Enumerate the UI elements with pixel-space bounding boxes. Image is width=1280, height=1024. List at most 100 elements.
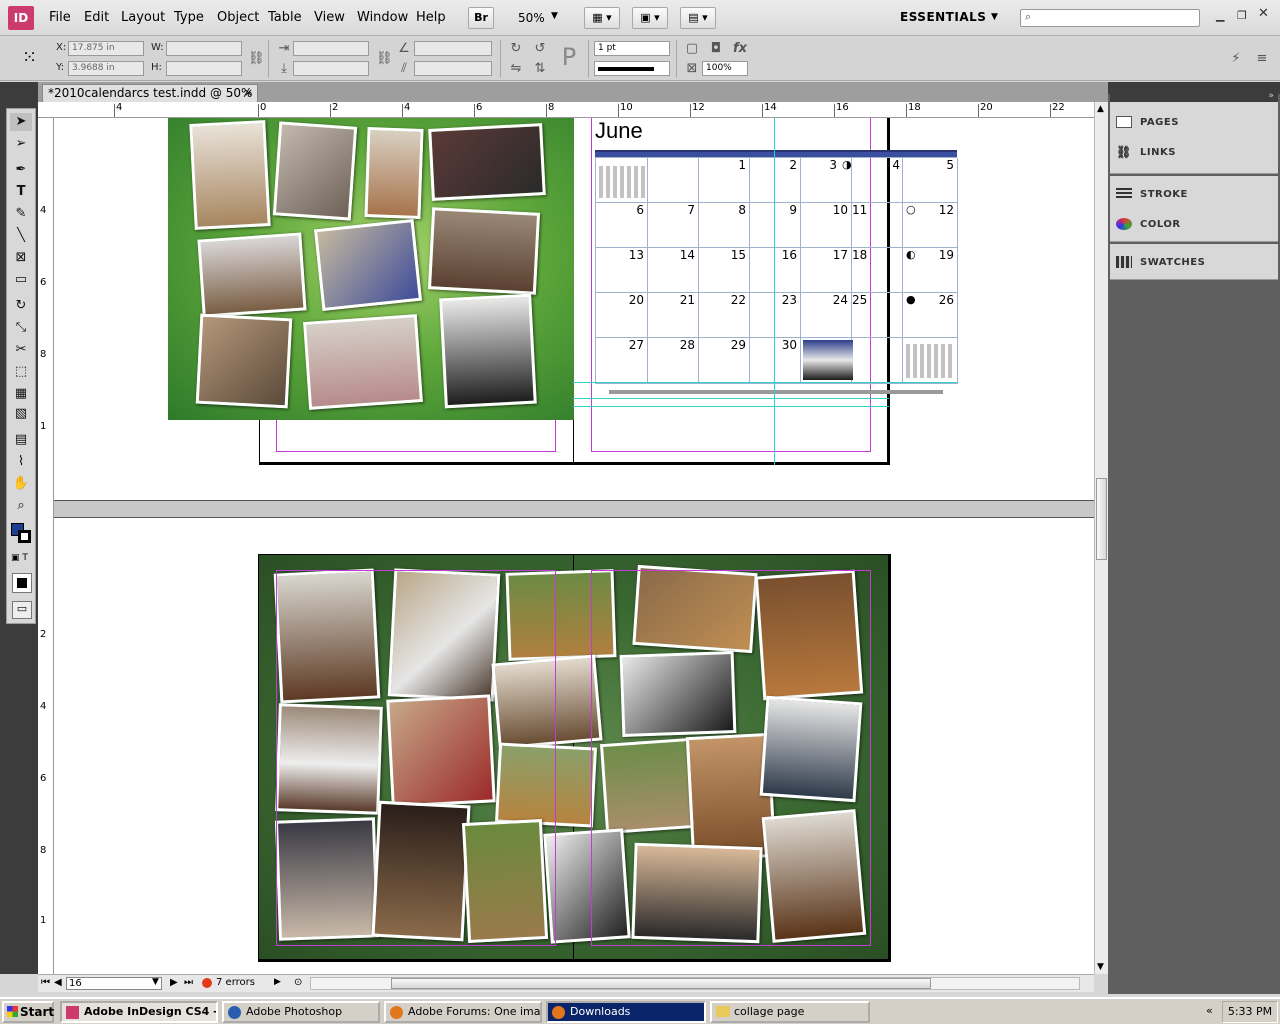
bridge-button[interactable]: Br (468, 7, 494, 29)
calendar-cell[interactable] (903, 338, 958, 384)
stroke-swatch[interactable] (18, 530, 31, 543)
y-field[interactable]: 3.9688 in (68, 61, 144, 76)
eyedropper-tool-icon[interactable]: ⌇ (10, 453, 32, 471)
first-page-icon[interactable]: ⏮ (41, 977, 50, 988)
calendar-cell[interactable]: 5 (903, 158, 958, 203)
calendar-cell[interactable]: 28 (648, 338, 699, 384)
task-indesign[interactable]: Adobe InDesign CS4 -... (60, 1001, 218, 1023)
task-collage-page[interactable]: collage page (710, 1001, 870, 1023)
document-tab[interactable]: *2010calendarcs test.indd @ 50% × (42, 84, 258, 102)
rotate-tool-icon[interactable]: ↻ (10, 297, 32, 315)
effects-icon[interactable]: fx (732, 41, 748, 57)
vertical-guide[interactable] (774, 118, 775, 465)
menu-edit[interactable]: Edit (84, 10, 109, 25)
menu-type[interactable]: Type (174, 10, 204, 25)
gradient-tool-icon[interactable]: ▦ (10, 385, 32, 403)
close-icon[interactable]: ✕ (1258, 6, 1269, 21)
pen-tool-icon[interactable]: ✒ (10, 161, 32, 179)
calendar-cell[interactable]: 18 (852, 248, 903, 293)
workspace-switcher[interactable]: ESSENTIALS (900, 10, 986, 24)
h-field[interactable] (166, 61, 242, 76)
horizontal-scrollbar-thumb[interactable] (391, 978, 931, 989)
horizontal-guide[interactable] (573, 398, 889, 399)
task-photoshop[interactable]: Adobe Photoshop (222, 1001, 380, 1023)
calendar-cell[interactable]: 25 (852, 293, 903, 338)
rotation-field[interactable] (414, 41, 492, 56)
calendar-cell[interactable] (852, 338, 903, 384)
opacity-field[interactable]: 100% (702, 61, 748, 76)
minimize-icon[interactable]: ▁ (1216, 9, 1224, 22)
constrain-scale-icon[interactable]: ⛓ (376, 51, 393, 67)
calendar-cell[interactable]: 24 (801, 293, 852, 338)
start-button[interactable]: Start (2, 1001, 54, 1023)
rectangle-frame-tool-icon[interactable]: ⊠ (10, 249, 32, 267)
calendar-cell[interactable]: 23 (750, 293, 801, 338)
scroll-up-icon[interactable]: ▲ (1097, 104, 1104, 114)
links-panel-button[interactable]: ⛓ LINKS (1116, 146, 1176, 158)
x-field[interactable]: 17.875 in (68, 41, 144, 56)
stroke-weight-field[interactable]: 1 pt (594, 41, 670, 56)
calendar-cell[interactable]: 22 (699, 293, 750, 338)
formatting-container-icon[interactable]: ▣ T (11, 553, 28, 563)
frame-fitting-icon[interactable]: ▢ (684, 41, 700, 57)
photo-dog-scooter[interactable] (313, 218, 423, 312)
type-tool-icon[interactable]: T (10, 183, 32, 201)
vertical-scrollbar-thumb[interactable] (1096, 478, 1107, 560)
calendar-cell[interactable]: 1 (699, 158, 750, 203)
gradient-feather-tool-icon[interactable]: ▧ (10, 405, 32, 423)
note-tool-icon[interactable]: ▤ (10, 431, 32, 449)
photo-cat-basket[interactable] (428, 123, 546, 201)
stroke-type-select[interactable] (594, 61, 670, 76)
flip-horizontal-icon[interactable]: ⇋ (508, 61, 524, 77)
calendar-cell[interactable]: 30 (750, 338, 801, 384)
arrange-documents-button[interactable]: ▤ ▾ (680, 7, 716, 29)
selection-tool-icon[interactable]: ➤ (10, 113, 32, 131)
panel-menu-icon[interactable]: ≡ (1254, 51, 1270, 67)
calendar-cell[interactable]: 16 (750, 248, 801, 293)
horizontal-guide[interactable] (573, 406, 889, 407)
hand-tool-icon[interactable]: ✋ (10, 475, 32, 493)
calendar-cell[interactable]: 21 (648, 293, 699, 338)
menu-view[interactable]: View (314, 10, 345, 25)
photo-dog-motorcycle[interactable] (303, 314, 423, 410)
calendar-cell[interactable]: 9 (750, 203, 801, 248)
calendar-cell[interactable]: 15 (699, 248, 750, 293)
rectangle-tool-icon[interactable]: ▭ (10, 271, 32, 289)
next-page-icon[interactable]: ▶ (170, 977, 178, 988)
calendar-cell[interactable]: 8 (699, 203, 750, 248)
scale-y-field[interactable] (293, 61, 369, 76)
photo-dachshund[interactable] (427, 207, 541, 295)
zoom-level[interactable]: 50% (518, 11, 545, 25)
menu-window[interactable]: Window (357, 10, 408, 25)
workspace-dropdown-icon[interactable]: ▼ (991, 12, 998, 22)
apply-color-button[interactable] (12, 573, 32, 593)
task-firefox-forums[interactable]: Adobe Forums: One ima... (384, 1001, 542, 1023)
pencil-tool-icon[interactable]: ✎ (10, 205, 32, 223)
preflight-menu-icon[interactable]: ▶ (274, 977, 281, 987)
previous-page-icon[interactable]: ◀ (54, 977, 62, 988)
calendar-cell[interactable]: 29 (699, 338, 750, 384)
line-tool-icon[interactable]: ╲ (10, 227, 32, 245)
calendar-cat-photo[interactable] (803, 340, 853, 380)
calendar-cell[interactable] (596, 158, 648, 203)
calendar-cell[interactable]: 2 (750, 158, 801, 203)
calendar-cell[interactable]: 12 (903, 203, 958, 248)
calendar-cell[interactable]: 14 (648, 248, 699, 293)
menu-table[interactable]: Table (268, 10, 302, 25)
photo-black-cat-window[interactable] (439, 293, 537, 409)
last-page-icon[interactable]: ⏭ (184, 977, 193, 988)
stroke-panel-button[interactable]: STROKE (1116, 188, 1188, 200)
calendar-cell[interactable]: 6 (596, 203, 648, 248)
calendar-cell[interactable]: 10 (801, 203, 852, 248)
calendar-cell[interactable]: 26 (903, 293, 958, 338)
zoom-tool-icon[interactable]: ⌕ (10, 497, 32, 515)
tray-expand-icon[interactable]: « (1206, 1004, 1213, 1017)
view-options-button[interactable]: ▦ ▾ (584, 7, 620, 29)
flip-vertical-icon[interactable]: ⇅ (532, 61, 548, 77)
menu-object[interactable]: Object (217, 10, 259, 25)
rotate-cw-icon[interactable]: ↻ (508, 41, 524, 57)
page-number-field[interactable]: 16 (66, 977, 162, 990)
calendar-cell[interactable] (648, 158, 699, 203)
direct-selection-tool-icon[interactable]: ➢ (10, 135, 32, 153)
lightning-icon[interactable]: ⚡ (1228, 51, 1244, 67)
